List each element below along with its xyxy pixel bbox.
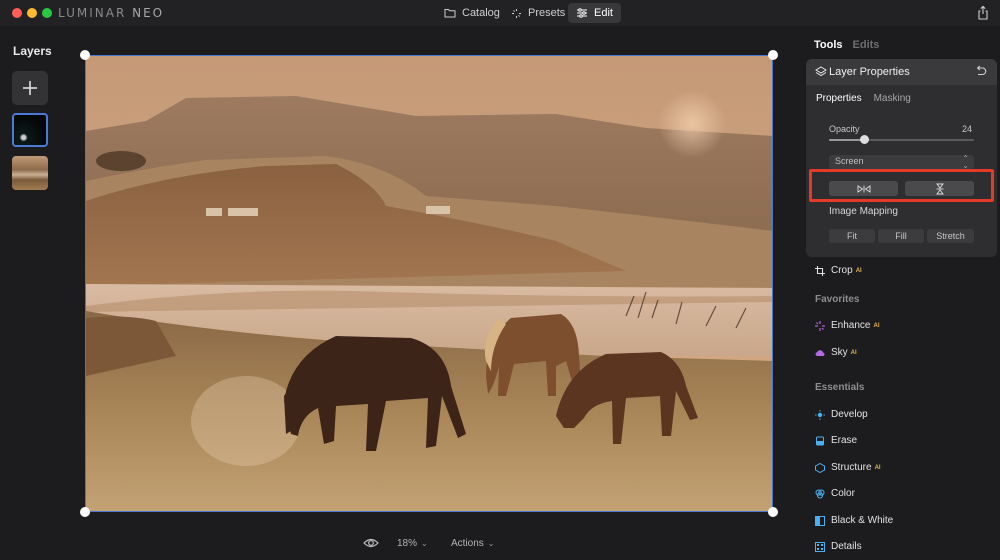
sparkle-icon	[512, 8, 521, 18]
opacity-value: 24	[961, 124, 972, 134]
ai-badge: AI	[855, 267, 862, 274]
blend-mode-value: Screen	[835, 156, 864, 166]
layer-thumbnail-overlay[interactable]	[12, 113, 48, 147]
chevron-down-icon: ⌄	[421, 539, 428, 548]
tool-crop[interactable]: Crop AI	[815, 265, 862, 276]
structure-icon	[815, 462, 825, 473]
color-icon	[815, 489, 825, 498]
tab-edits[interactable]: Edits	[853, 39, 880, 51]
image-canvas[interactable]	[85, 55, 773, 512]
chevron-updown-icon: ⌃ ⌄	[962, 154, 969, 170]
right-panel-tabs: Tools Edits	[814, 39, 879, 51]
tool-sky[interactable]: Sky AI	[815, 347, 857, 358]
essentials-title: Essentials	[815, 382, 865, 393]
details-icon	[815, 541, 825, 552]
eye-icon[interactable]	[363, 537, 379, 549]
nav-catalog[interactable]: Catalog	[436, 3, 508, 23]
actions-label: Actions	[451, 538, 484, 549]
image-mapping-label: Image Mapping	[829, 206, 898, 217]
ai-badge: AI	[874, 464, 881, 471]
opacity-label: Opacity	[829, 124, 860, 134]
nav-presets-label: Presets	[528, 7, 566, 19]
nav-presets[interactable]: Presets	[503, 3, 573, 23]
tool-black-white[interactable]: Black & White	[815, 515, 893, 526]
enhance-wand-icon	[815, 320, 825, 331]
ai-badge: AI	[873, 322, 880, 329]
opacity-slider[interactable]	[829, 135, 974, 144]
eraser-icon	[816, 436, 824, 445]
tab-properties[interactable]: Properties	[816, 93, 862, 104]
layers-icon	[815, 66, 827, 77]
tool-black-white-label: Black & White	[831, 515, 894, 526]
layer-properties-subtabs: Properties Masking	[816, 93, 911, 104]
nav-catalog-label: Catalog	[462, 7, 500, 19]
sun-icon	[815, 409, 825, 420]
transform-handle-bottom-right[interactable]	[768, 507, 778, 517]
tool-erase[interactable]: Erase	[815, 435, 857, 446]
transform-handle-bottom-left[interactable]	[80, 507, 90, 517]
tool-crop-label: Crop	[831, 265, 853, 276]
favorites-title: Favorites	[815, 294, 860, 305]
tool-enhance[interactable]: Enhance AI	[815, 320, 879, 331]
layer-properties-panel: Layer Properties Properties Masking Opac…	[806, 59, 997, 257]
ai-badge: AI	[850, 349, 857, 356]
mapping-stretch-button[interactable]: Stretch	[927, 229, 974, 243]
add-layer-button[interactable]	[12, 71, 48, 105]
plus-icon	[23, 81, 37, 95]
tab-masking[interactable]: Masking	[874, 93, 911, 104]
crop-icon	[815, 265, 825, 276]
opacity-slider-fill	[829, 139, 864, 141]
tool-sky-label: Sky	[831, 347, 848, 358]
mapping-fill-button[interactable]: Fill	[878, 229, 924, 243]
tool-enhance-label: Enhance	[831, 320, 871, 331]
black-white-icon	[815, 515, 825, 526]
tool-color-label: Color	[831, 488, 855, 499]
tool-details-label: Details	[831, 541, 862, 552]
zoom-value: 18%	[397, 538, 418, 549]
tool-structure[interactable]: Structure AI	[815, 462, 881, 473]
tool-develop-label: Develop	[831, 409, 868, 420]
opacity-slider-knob[interactable]	[859, 135, 869, 144]
chevron-down-icon: ⌄	[487, 539, 495, 548]
share-icon[interactable]	[976, 5, 990, 21]
layers-title: Layers	[13, 44, 52, 58]
layer-thumbnail-base[interactable]	[12, 156, 48, 190]
folder-icon	[444, 9, 456, 18]
main-nav: Catalog Presets Edit	[0, 3, 1000, 23]
tool-details[interactable]: Details	[815, 541, 862, 552]
tab-tools[interactable]: Tools	[814, 39, 843, 51]
tool-develop[interactable]: Develop	[815, 409, 868, 420]
layer-properties-header[interactable]: Layer Properties	[806, 59, 997, 85]
tool-color[interactable]: Color	[815, 488, 855, 499]
photo-horses	[86, 56, 772, 511]
mapping-fit-button[interactable]: Fit	[829, 229, 875, 243]
nav-edit-label: Edit	[594, 7, 613, 19]
zoom-dropdown[interactable]: 18% ⌄	[397, 538, 428, 549]
tool-structure-label: Structure	[831, 462, 872, 473]
title-bar: LUMINAR NEO Catalog Presets Edit	[0, 0, 1000, 26]
layer-properties-title: Layer Properties	[829, 66, 910, 78]
blend-mode-select[interactable]: Screen ⌃ ⌄	[829, 154, 974, 170]
nav-edit[interactable]: Edit	[568, 3, 621, 23]
flip-buttons-highlight	[809, 169, 994, 202]
sliders-icon	[577, 8, 587, 18]
undo-icon[interactable]	[974, 65, 987, 78]
tool-erase-label: Erase	[831, 435, 858, 446]
transform-handle-top-left[interactable]	[80, 50, 90, 60]
actions-dropdown[interactable]: Actions ⌄	[451, 538, 495, 549]
transform-handle-top-right[interactable]	[768, 50, 778, 60]
cloud-icon	[815, 349, 825, 356]
